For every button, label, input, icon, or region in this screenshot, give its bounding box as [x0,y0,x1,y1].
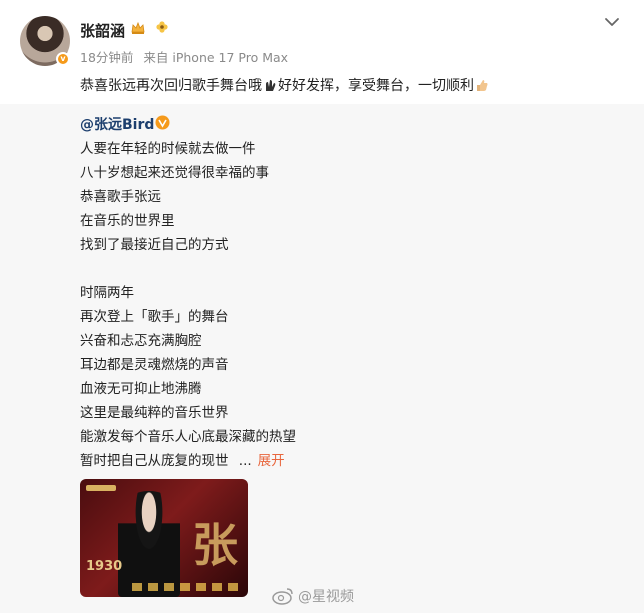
post-time: 18分钟前 [80,50,134,65]
repost-line: 这里是最纯粹的音乐世界 [80,405,229,421]
thumbnail-sponsor-logos [132,583,242,591]
verified-badge-icon: v [56,52,70,66]
repost-line: 耳边都是灵魂燃烧的声音 [80,357,229,373]
flower-icon[interactable] [155,20,169,34]
repost-line: 人要在年轻的时候就去做一件 [80,141,256,157]
chevron-down-icon[interactable] [604,16,620,28]
repost-line: 时隔两年 [80,285,134,301]
repost-line: 血液无可抑止地沸腾 [80,381,202,397]
repost-line: 兴奋和忐忑充满胸腔 [80,333,202,349]
post-source[interactable]: 来自 iPhone 17 Pro Max [143,50,288,65]
repost-line: 在音乐的世界里 [80,213,175,229]
repost-line: 找到了最接近自己的方式 [80,237,229,253]
repost-line: 恭喜歌手张远 [80,189,161,205]
post-text-part2: 好好发挥，享受舞台，一切顺利 [278,78,474,94]
crown-icon[interactable] [130,20,146,36]
watermark: @星视频 [272,586,354,606]
thumbs-up-emoji [477,80,488,91]
expand-link[interactable]: 展开 [258,453,285,469]
repost-line: 再次登上「歌手」的舞台 [80,309,229,325]
repost-author-link[interactable]: @张远Bird [80,114,154,134]
repost-line: 八十岁想起来还觉得很幸福的事 [80,165,269,181]
post-text: 恭喜张远再次回归歌手舞台哦 好好发挥，享受舞台，一切顺利 [80,75,490,95]
thumbnail-title-char: 张 [192,518,238,572]
thumbnail-logo [86,485,116,491]
post-meta: 18分钟前 来自 iPhone 17 Pro Max [80,47,294,66]
repost-line-last: 暂时把自己从庞复的现世 ... 展开 [80,449,296,473]
watermark-text: @星视频 [298,589,354,605]
verified-icon [155,115,170,130]
video-thumbnail[interactable]: 张 1930 [80,479,248,597]
repost-line: 暂时把自己从庞复的现世 [80,453,229,469]
repost-line: 能激发每个音乐人心底最深藏的热望 [80,429,296,445]
repost-line-blank [80,257,296,281]
weibo-icon [272,588,293,605]
post-text-part1: 恭喜张远再次回归歌手舞台哦 [80,78,262,94]
author-name[interactable]: 张韶涵 [80,20,125,41]
hands-emoji [266,80,276,91]
thumbnail-date: 1930 [86,559,123,574]
repost-text: 人要在年轻的时候就去做一件 八十岁想起来还觉得很幸福的事 恭喜歌手张远 在音乐的… [80,137,296,473]
thumbnail-person [118,491,180,597]
ellipsis: ... [238,453,252,469]
